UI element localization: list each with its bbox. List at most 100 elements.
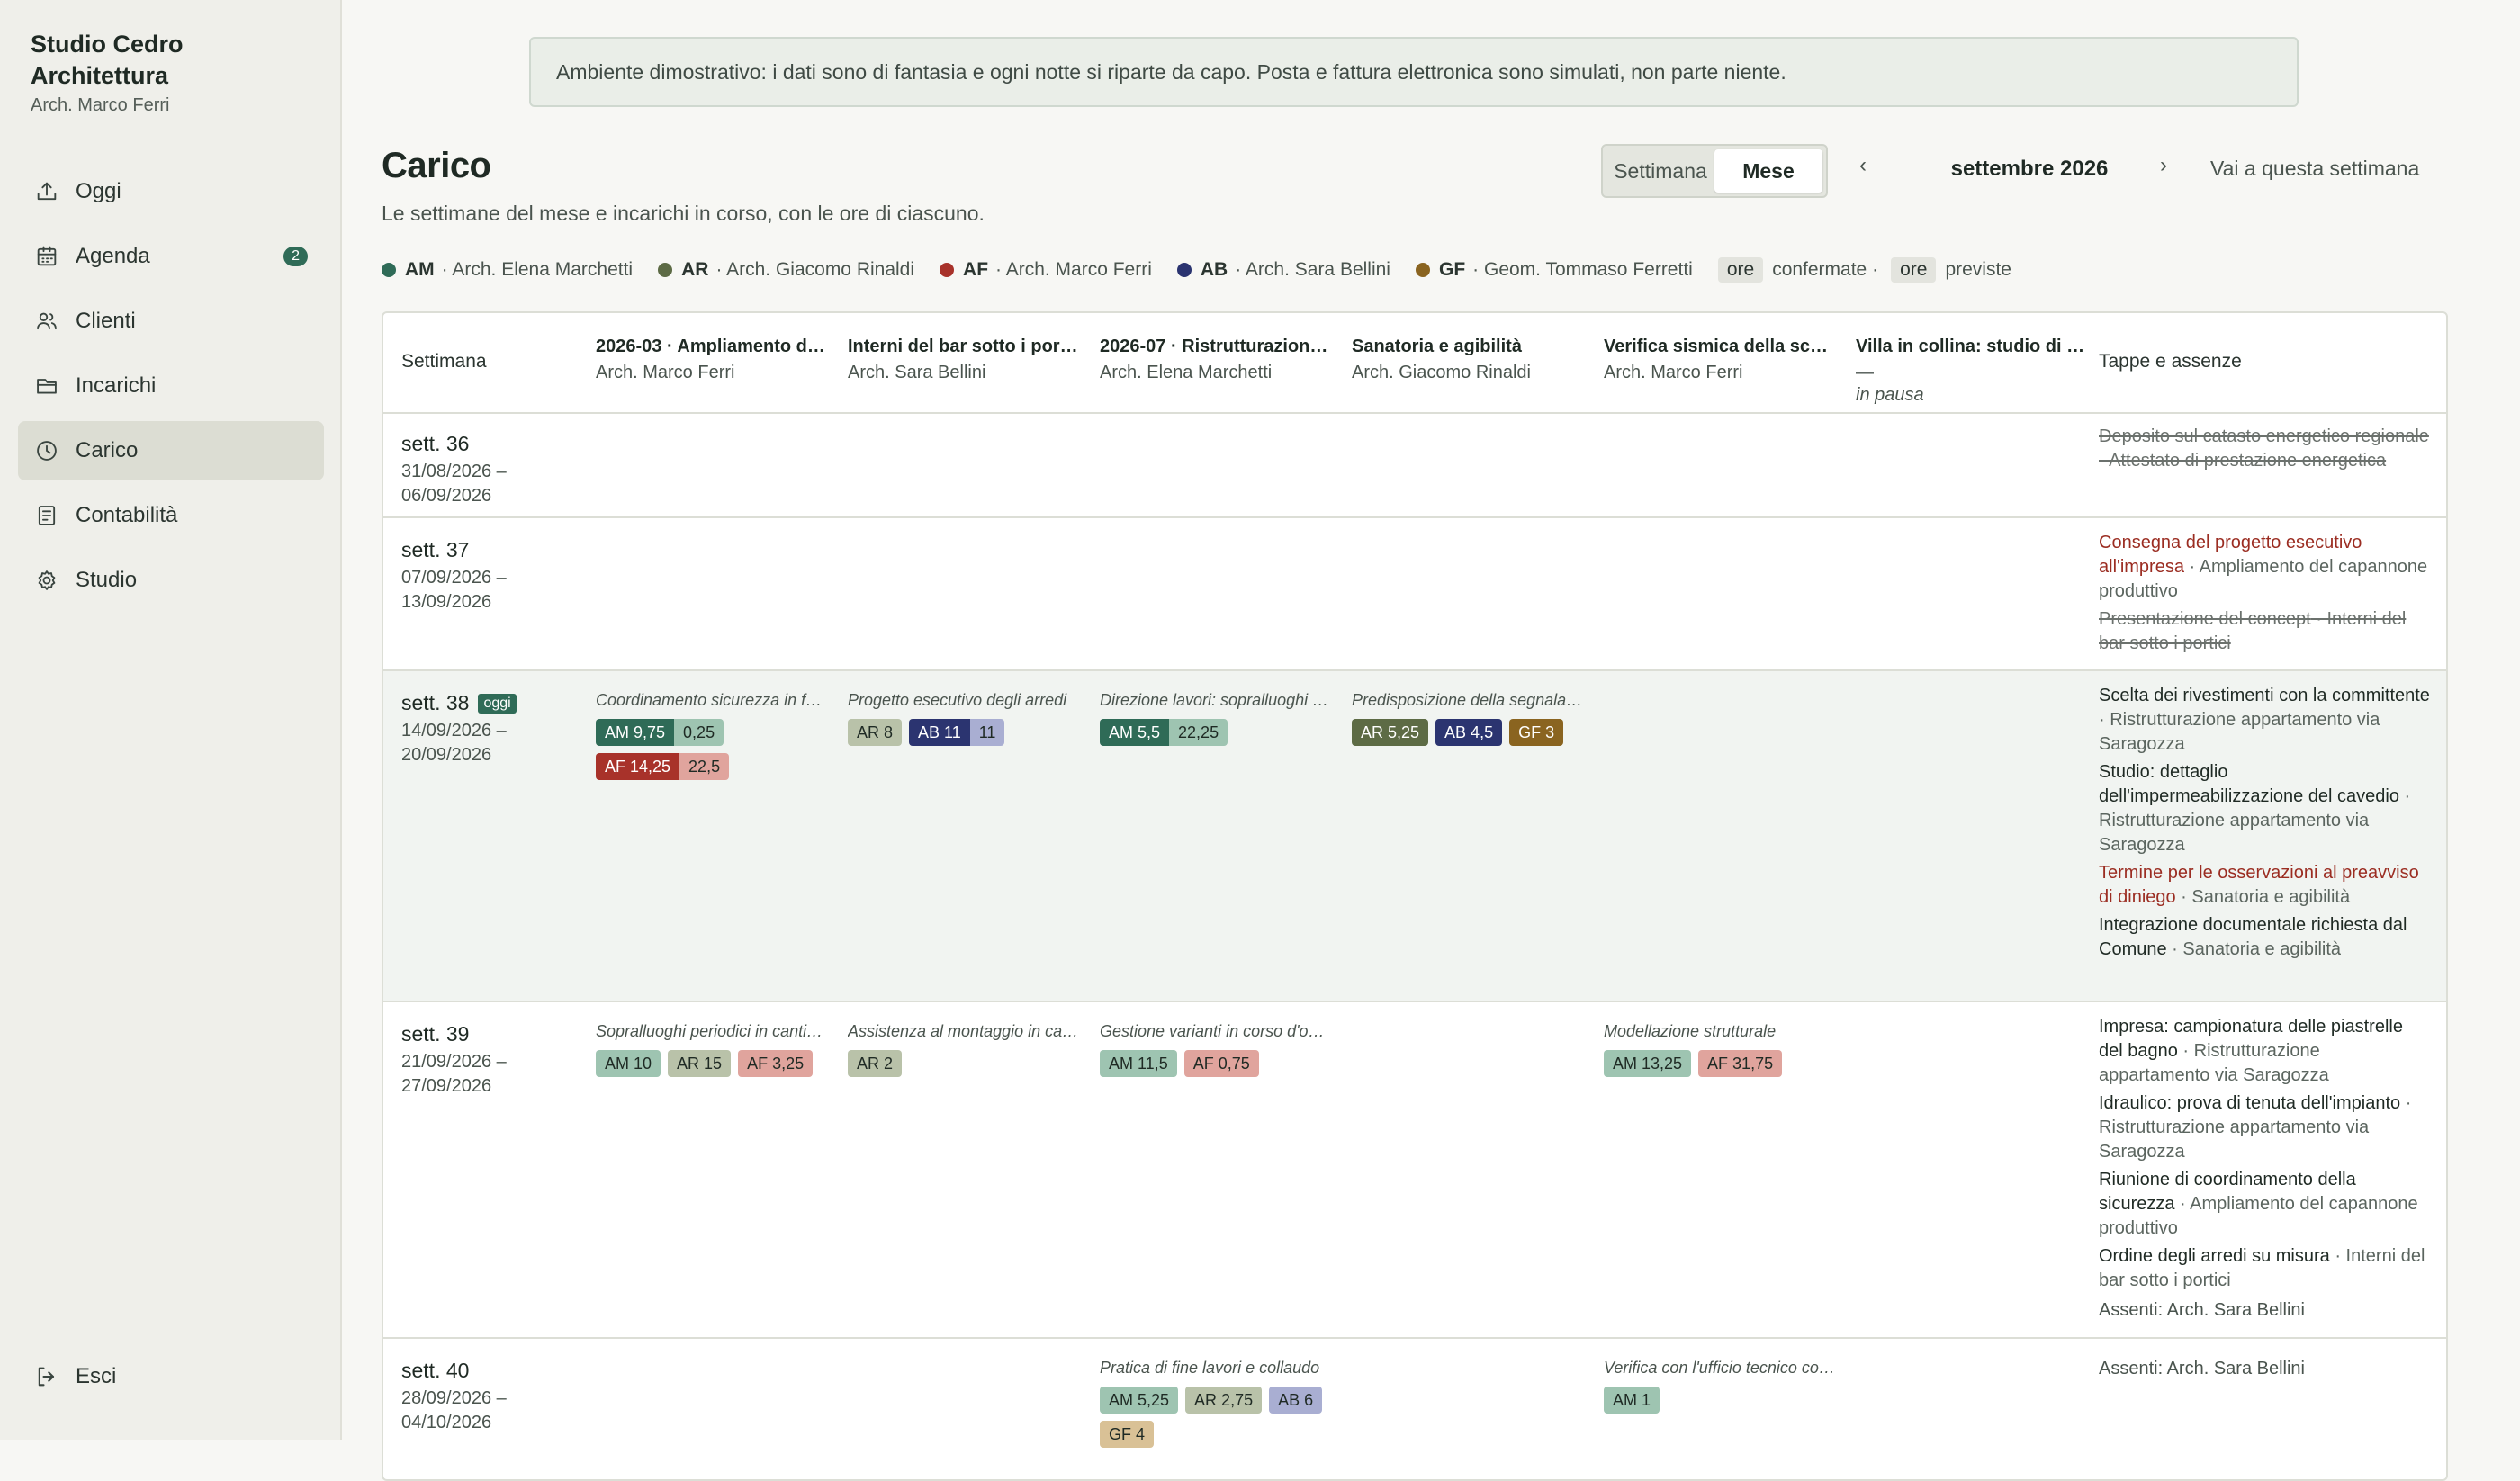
project-column-header[interactable]: 2026-03 · Ampliamento del capannone prod… xyxy=(596,313,828,412)
milestone-item[interactable]: Termine per le osservazioni al preavviso… xyxy=(2099,861,2432,910)
table-row: sett. 39 21/09/2026 – 27/09/2026 Sopralluog… xyxy=(383,1002,2446,1339)
hours-chips: AR 5,25 AB 4,5 GF 3 xyxy=(1352,719,1584,746)
milestone-item[interactable]: Integrazione documentale richiesta dal C… xyxy=(2099,913,2432,962)
milestone-item[interactable]: Scelta dei rivestimenti con la committen… xyxy=(2099,684,2432,757)
week-label: sett. 37 xyxy=(401,538,507,562)
task-name: Gestione varianti in corso d'opera xyxy=(1100,1022,1332,1040)
milestone-item[interactable]: Consegna del progetto esecutivo all'impr… xyxy=(2099,531,2432,604)
legend-item: AF · Arch. Marco Ferri xyxy=(940,259,1152,281)
legend-person: · Arch. Marco Ferri xyxy=(995,259,1152,280)
document-icon xyxy=(34,503,59,528)
view-month-button[interactable]: Mese xyxy=(1714,149,1822,193)
hours-chip[interactable]: AM 5,5 22,25 xyxy=(1100,719,1228,746)
clock-icon xyxy=(34,438,59,463)
hours-chip[interactable]: AB 11 11 xyxy=(909,719,1005,746)
milestone-title: Studio: dettaglio dell'impermeabilizzazi… xyxy=(2099,762,2399,806)
milestones-cell: Deposito sul catasto energetico regional… xyxy=(2099,425,2432,477)
page-subtitle: Le settimane del mese e incarichi in cor… xyxy=(382,202,985,225)
hours-chip[interactable]: AM 5,25 xyxy=(1100,1387,1179,1414)
gear-icon xyxy=(34,568,59,593)
hours-chip[interactable]: AF 0,75 xyxy=(1184,1050,1259,1077)
hours-segment: 0,25 xyxy=(674,719,724,746)
week-dates: 21/09/2026 – 27/09/2026 xyxy=(401,1050,507,1099)
hours-segment: 22,5 xyxy=(680,753,730,780)
logout-label: Esci xyxy=(76,1364,117,1388)
hours-segment: AF 0,75 xyxy=(1184,1050,1259,1077)
project-column-header[interactable]: 2026-07 · Ristrutturazione appartamento … xyxy=(1100,313,1332,412)
legend: AM · Arch. Elena Marchetti AR · Arch. Giaco… xyxy=(382,257,2012,283)
project-column-header[interactable]: Villa in collina: studio di fattibilità —… xyxy=(1856,313,2088,412)
legend-code: AM xyxy=(405,259,435,280)
hours-segment: AM 10 xyxy=(596,1050,662,1077)
week-end-date: 13/09/2026 xyxy=(401,592,492,612)
milestone-item[interactable]: Studio: dettaglio dell'impermeabilizzazi… xyxy=(2099,760,2432,857)
project-title: 2026-07 · Ristrutturazione appartamento … xyxy=(1100,337,1332,356)
hours-chip[interactable]: AR 2 xyxy=(848,1050,903,1077)
week-cell: sett. 37 07/09/2026 – 13/09/2026 xyxy=(401,538,507,615)
week-start-date: 07/09/2026 – xyxy=(401,568,507,588)
hours-chips: AM 5,5 22,25 xyxy=(1100,719,1332,746)
milestone-item[interactable]: Deposito sul catasto energetico regional… xyxy=(2099,425,2432,473)
sidebar: Studio Cedro Architettura Arch. Marco Fe… xyxy=(0,0,342,1440)
hours-chip[interactable]: AM 11,5 xyxy=(1100,1050,1177,1077)
legend-color-dot xyxy=(940,263,955,277)
hours-chip[interactable]: GF 4 xyxy=(1100,1421,1155,1448)
milestone-item[interactable]: Presentazione del concept · Interni del … xyxy=(2099,607,2432,656)
project-lead: — xyxy=(1856,363,1874,382)
hours-chip[interactable]: AM 9,75 0,25 xyxy=(596,719,724,746)
project-lead: Arch. Marco Ferri xyxy=(1604,363,1743,382)
hours-chip[interactable]: AB 4,5 xyxy=(1436,719,1503,746)
hours-chip[interactable]: AR 5,25 xyxy=(1352,719,1429,746)
calendar-icon xyxy=(34,244,59,269)
sidebar-item-oggi[interactable]: Oggi xyxy=(18,162,324,221)
sidebar-item-label: Oggi xyxy=(76,179,122,203)
goto-week-link[interactable]: Vai a questa settimana xyxy=(2210,157,2419,181)
week-start-date: 28/09/2026 – xyxy=(401,1388,507,1408)
project-week-cell: Predisposizione della segnalazione certi… xyxy=(1352,691,1584,746)
milestone-item[interactable]: Ordine degli arredi su misura · Interni … xyxy=(2099,1244,2432,1293)
legend-code: GF xyxy=(1438,259,1466,280)
next-month-button[interactable]: › xyxy=(2160,153,2167,178)
sidebar-item-contabilit[interactable]: Contabilità xyxy=(18,486,324,545)
hours-chip[interactable]: AM 13,25 xyxy=(1604,1050,1692,1077)
sidebar-item-carico[interactable]: Carico xyxy=(18,421,324,480)
hours-chip[interactable]: AM 1 xyxy=(1604,1387,1660,1414)
hours-chip[interactable]: AM 10 xyxy=(596,1050,662,1077)
milestone-item[interactable]: Riunione di coordinamento della sicurezz… xyxy=(2099,1168,2432,1241)
hours-chip[interactable]: AR 8 xyxy=(848,719,903,746)
milestone-item[interactable]: Idraulico: prova di tenuta dell'impianto… xyxy=(2099,1091,2432,1164)
tappe-column-header: Tappe e assenze xyxy=(2099,351,2242,372)
sidebar-item-incarichi[interactable]: Incarichi xyxy=(18,356,324,416)
sidebar-item-studio[interactable]: Studio xyxy=(18,551,324,610)
milestone-title: Idraulico: prova di tenuta dell'impianto xyxy=(2099,1093,2401,1113)
hours-chip[interactable]: GF 3 xyxy=(1509,719,1564,746)
upload-icon xyxy=(34,179,59,204)
project-column-header[interactable]: Interni del bar sotto i portici Arch. Sar… xyxy=(848,313,1080,412)
logout-button[interactable]: Esci xyxy=(34,1364,116,1389)
legend-item: GF · Geom. Tommaso Ferretti xyxy=(1415,259,1693,281)
project-week-cell: Gestione varianti in corso d'opera AM 11,… xyxy=(1100,1022,1332,1077)
sidebar-item-label: Carico xyxy=(76,438,139,462)
project-column-header[interactable]: Verifica sismica della scuola Arch. Marco… xyxy=(1604,313,1836,412)
week-number: sett. 36 xyxy=(401,432,470,455)
view-week-button[interactable]: Settimana xyxy=(1606,149,1714,193)
legend-color-dot xyxy=(1415,263,1430,277)
hours-chip[interactable]: AB 6 xyxy=(1269,1387,1323,1414)
hours-chip[interactable]: AF 3,25 xyxy=(738,1050,814,1077)
legend-color-dot xyxy=(658,263,673,277)
sidebar-item-clienti[interactable]: Clienti xyxy=(18,292,324,351)
project-column-header[interactable]: Sanatoria e agibilità Arch. Giacomo Rinal… xyxy=(1352,313,1584,412)
hours-chip[interactable]: AR 2,75 xyxy=(1185,1387,1263,1414)
hours-chip[interactable]: AF 14,25 22,5 xyxy=(596,753,730,780)
legend-color-dot xyxy=(382,263,396,277)
prev-month-button[interactable]: ‹ xyxy=(1859,153,1867,178)
week-label: sett. 40 xyxy=(401,1359,507,1383)
month-label: settembre 2026 xyxy=(1950,157,2109,181)
project-lead: Arch. Sara Bellini xyxy=(848,363,986,382)
hours-chip[interactable]: AF 31,75 xyxy=(1698,1050,1783,1077)
sidebar-item-label: Contabilità xyxy=(76,503,178,527)
milestone-title: Deposito sul catasto energetico regional… xyxy=(2099,426,2429,446)
sidebar-item-agenda[interactable]: Agenda 2 xyxy=(18,227,324,286)
hours-chip[interactable]: AR 15 xyxy=(668,1050,732,1077)
milestone-item[interactable]: Impresa: campionatura delle piastrelle d… xyxy=(2099,1015,2432,1088)
